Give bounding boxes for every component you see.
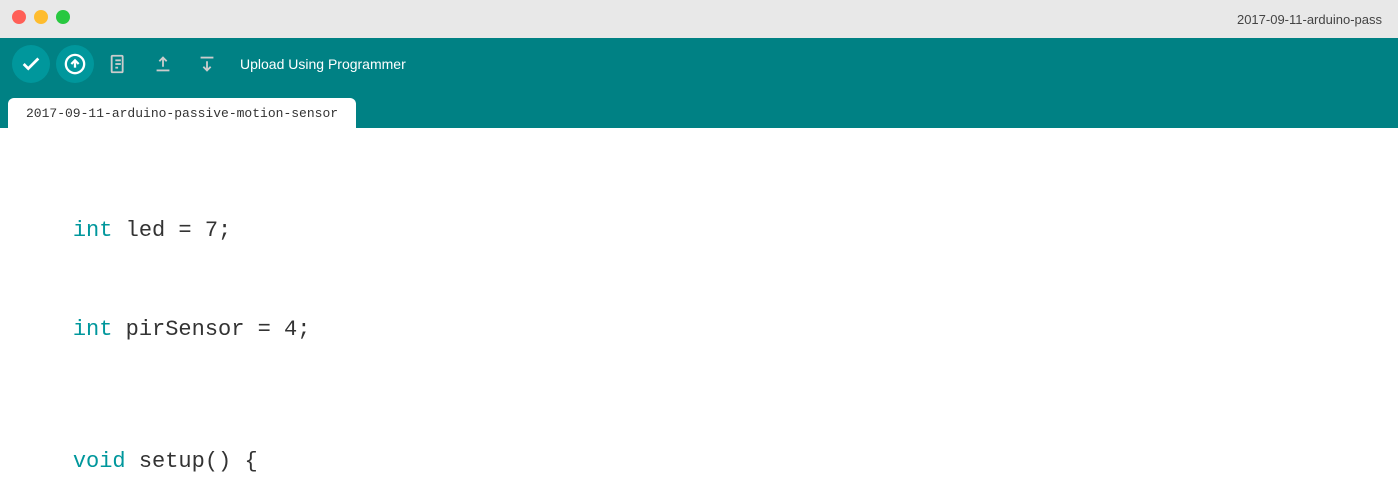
upload-icon [64,53,86,75]
window-controls [12,10,70,24]
verify-icon [20,53,42,75]
code-line-2: int led = 7; [20,181,1378,280]
keyword-void: void [73,449,126,474]
toolbar-status: Upload Using Programmer [240,56,406,72]
upload-button[interactable] [56,45,94,83]
title-bar: 2017-09-11-arduino-pass [0,0,1398,38]
verify-button[interactable] [12,45,50,83]
minimize-button[interactable] [34,10,48,24]
tab-label: 2017-09-11-arduino-passive-motion-sensor [26,106,338,121]
close-button[interactable] [12,10,26,24]
new-sketch-icon [108,53,130,75]
code-line-5: void setup() { [20,412,1378,500]
code-text-1: led = 7; [112,218,231,243]
code-text-3: setup() { [126,449,258,474]
maximize-button[interactable] [56,10,70,24]
keyword-int-1: int [73,218,113,243]
code-line-3: int pirSensor = 4; [20,280,1378,379]
code-editor[interactable]: int led = 7; int pirSensor = 4; void set… [0,128,1398,500]
code-line-4 [20,379,1378,412]
tab-main-sketch[interactable]: 2017-09-11-arduino-passive-motion-sensor [8,98,356,128]
toolbar: Upload Using Programmer [0,38,1398,90]
window-title: 2017-09-11-arduino-pass [1237,12,1382,27]
save-icon [196,53,218,75]
save-button[interactable] [188,45,226,83]
code-line-1 [20,148,1378,181]
tab-bar: 2017-09-11-arduino-passive-motion-sensor [0,90,1398,128]
code-text-2: pirSensor = 4; [112,317,310,342]
open-icon [152,53,174,75]
keyword-int-2: int [73,317,113,342]
new-sketch-button[interactable] [100,45,138,83]
open-button[interactable] [144,45,182,83]
